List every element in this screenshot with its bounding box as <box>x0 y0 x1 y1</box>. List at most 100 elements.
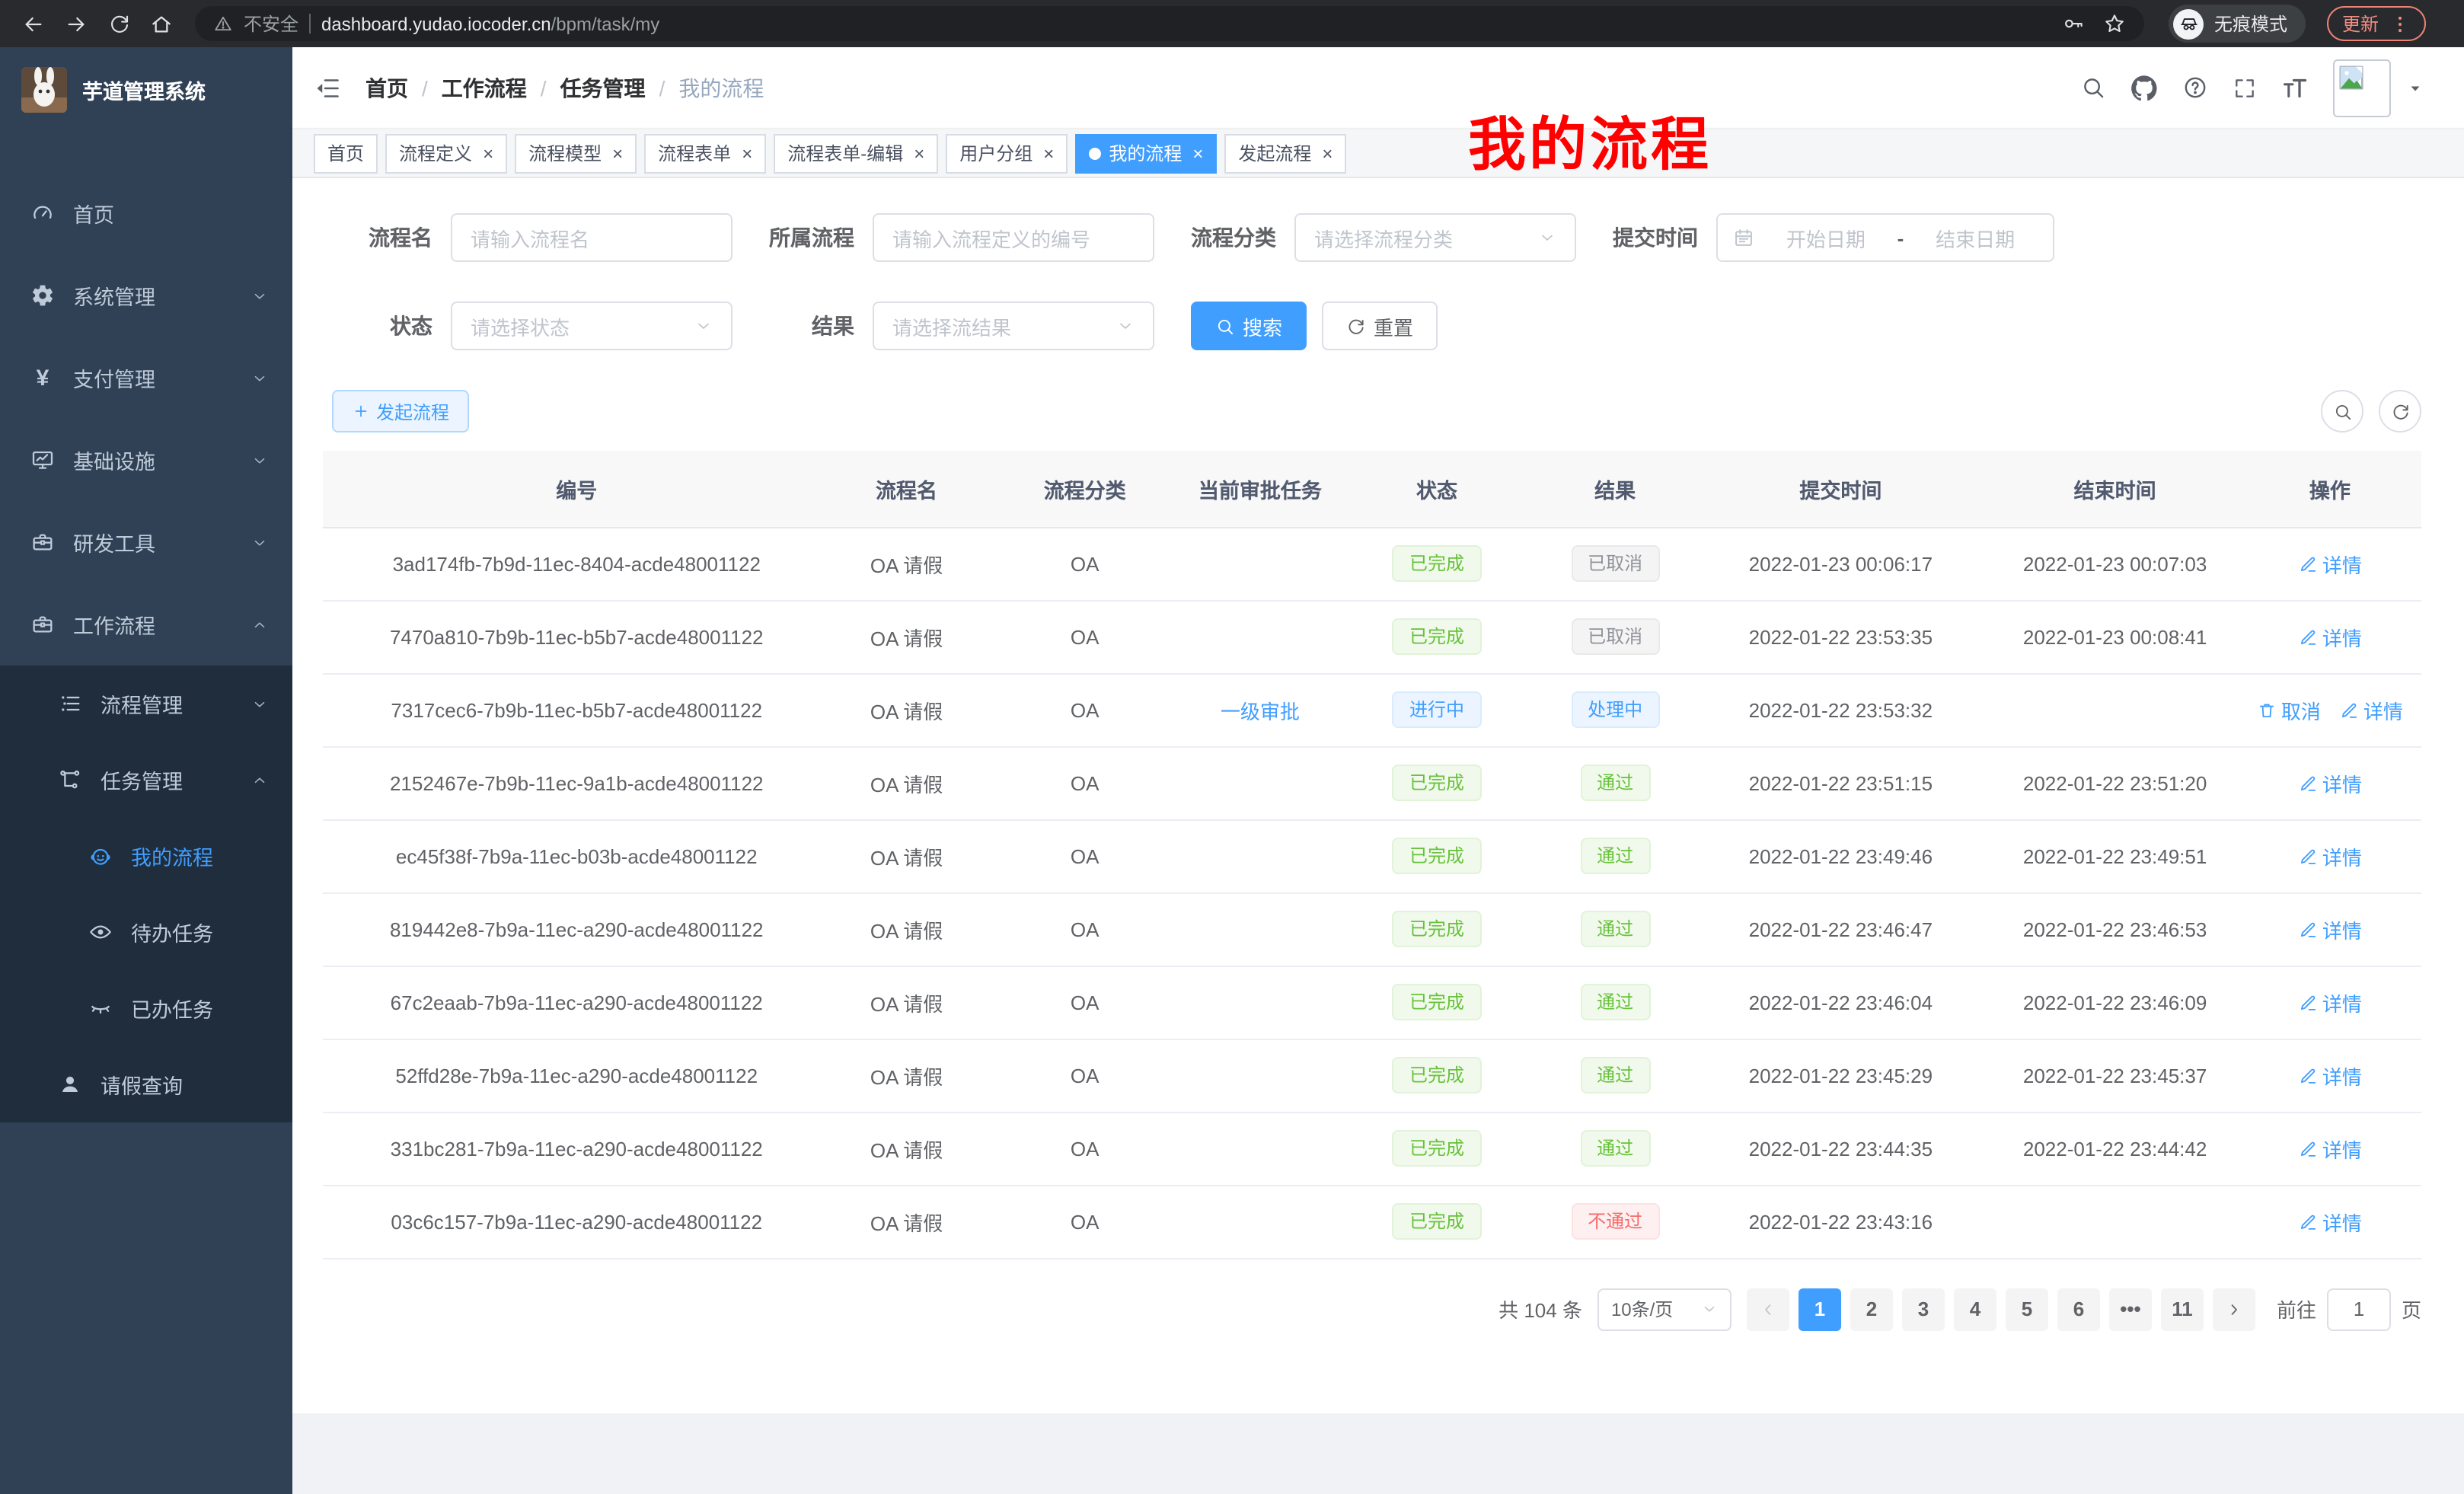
tab-流程模型[interactable]: 流程模型× <box>515 133 637 173</box>
page-button-3[interactable]: 3 <box>1902 1288 1945 1330</box>
process-definition-label: 所属流程 <box>769 222 854 253</box>
detail-link[interactable]: 详情 <box>2298 1207 2362 1236</box>
page-size-select[interactable]: 10条/页 <box>1597 1288 1732 1330</box>
page-button-5[interactable]: 5 <box>2006 1288 2048 1330</box>
breadcrumb-item[interactable]: 工作流程 <box>442 72 527 103</box>
result-badge: 不通过 <box>1571 1203 1659 1240</box>
result-select[interactable]: 请选择流结果 <box>873 302 1154 350</box>
tab-close-icon[interactable]: × <box>483 144 493 162</box>
tab-流程定义[interactable]: 流程定义× <box>385 133 507 173</box>
fold-icon <box>314 74 341 101</box>
sidebar-item-home[interactable]: 首页 <box>0 172 292 254</box>
prev-page-button[interactable] <box>1747 1288 1789 1330</box>
tab-发起流程[interactable]: 发起流程× <box>1224 133 1346 173</box>
status-select[interactable]: 请选择状态 <box>451 302 732 350</box>
detail-link[interactable]: 详情 <box>2298 1061 2362 1090</box>
detail-link[interactable]: 详情 <box>2298 915 2362 943</box>
sidebar-item-system[interactable]: 系统管理 <box>0 254 292 337</box>
toggle-search-button[interactable] <box>2321 390 2363 433</box>
tab-close-icon[interactable]: × <box>742 144 752 162</box>
task-link[interactable]: 一级审批 <box>1221 700 1300 723</box>
app-logo[interactable]: 芋道管理系统 <box>0 47 292 132</box>
tab-流程表单-编辑[interactable]: 流程表单-编辑× <box>774 133 938 173</box>
sidebar-item-process-mgmt[interactable]: 流程管理 <box>0 666 292 742</box>
table-body: 3ad174fb-7b9d-11ec-8404-acde48001122OA 请… <box>323 527 2421 1258</box>
reset-button[interactable]: 重置 <box>1322 302 1438 350</box>
page-button-4[interactable]: 4 <box>1954 1288 1996 1330</box>
browser-back-button[interactable] <box>15 5 52 42</box>
cell-name: OA 请假 <box>830 1112 982 1185</box>
breadcrumb-item[interactable]: 首页 <box>365 72 408 103</box>
sidebar-fold-icon[interactable] <box>314 74 341 101</box>
sidebar-item-done-task[interactable]: 已办任务 <box>0 970 292 1046</box>
column-header: 提交时间 <box>1690 451 1991 527</box>
sidebar-item-label: 基础设施 <box>73 445 155 475</box>
detail-link[interactable]: 详情 <box>2298 549 2362 578</box>
tab-close-icon[interactable]: × <box>612 144 623 162</box>
cell-result: 通过 <box>1540 892 1690 966</box>
browser-home-button[interactable] <box>143 5 180 42</box>
cancel-link[interactable]: 取消 <box>2257 695 2321 724</box>
detail-link[interactable]: 详情 <box>2298 841 2362 870</box>
tab-用户分组[interactable]: 用户分组× <box>946 133 1068 173</box>
font-size-icon[interactable] <box>2281 74 2309 101</box>
detail-link[interactable]: 详情 <box>2298 768 2362 797</box>
sidebar-item-my-process[interactable]: 我的流程 <box>0 818 292 894</box>
tab-我的流程[interactable]: 我的流程× <box>1075 133 1217 173</box>
detail-link[interactable]: 详情 <box>2298 1134 2362 1163</box>
detail-link[interactable]: 详情 <box>2298 988 2362 1017</box>
sidebar-item-task-mgmt[interactable]: 任务管理 <box>0 742 292 818</box>
page-button-11[interactable]: 11 <box>2161 1288 2204 1330</box>
process-category-select[interactable]: 请选择流程分类 <box>1294 213 1576 262</box>
password-key-icon[interactable] <box>2062 12 2085 35</box>
browser-reload-button[interactable] <box>101 5 137 42</box>
next-page-button[interactable] <box>2213 1288 2255 1330</box>
page-button-1[interactable]: 1 <box>1799 1288 1841 1330</box>
page-button-6[interactable]: 6 <box>2057 1288 2100 1330</box>
tab-close-icon[interactable]: × <box>1322 144 1333 162</box>
process-name-input[interactable]: 请输入流程名 <box>451 213 732 262</box>
browser-forward-button[interactable] <box>58 5 94 42</box>
avatar-caret-down-icon[interactable] <box>2406 78 2424 97</box>
breadcrumb-item[interactable]: 任务管理 <box>560 72 646 103</box>
tab-close-icon[interactable]: × <box>1043 144 1054 162</box>
cell-id: 331bc281-7b9a-11ec-a290-acde48001122 <box>323 1112 830 1185</box>
sidebar-item-devtool[interactable]: 研发工具 <box>0 501 292 583</box>
cell-name: OA 请假 <box>830 600 982 673</box>
sidebar-item-leave-query[interactable]: 请假查询 <box>0 1046 292 1122</box>
tab-流程表单[interactable]: 流程表单× <box>644 133 766 173</box>
help-icon[interactable] <box>2182 75 2208 101</box>
sidebar-item-todo-task[interactable]: 待办任务 <box>0 894 292 970</box>
avatar[interactable] <box>2333 59 2391 117</box>
cell-name: OA 请假 <box>830 746 982 819</box>
detail-link[interactable]: 详情 <box>2339 695 2403 724</box>
tab-首页[interactable]: 首页 <box>314 133 378 173</box>
browser-update-button[interactable]: 更新 <box>2327 6 2426 41</box>
bookmark-star-icon[interactable] <box>2103 12 2126 35</box>
submit-time-range-picker[interactable]: 开始日期 - 结束日期 <box>1716 213 2054 262</box>
sidebar-item-workflow[interactable]: 工作流程 <box>0 583 292 666</box>
cell-name: OA 请假 <box>830 892 982 966</box>
fullscreen-icon[interactable] <box>2233 75 2257 100</box>
sidebar-item-pay[interactable]: ¥支付管理 <box>0 337 292 419</box>
header-search-icon[interactable] <box>2080 75 2106 101</box>
goto-page-input[interactable]: 1 <box>2327 1288 2391 1330</box>
tab-close-icon[interactable]: × <box>914 144 924 162</box>
page-button-2[interactable]: 2 <box>1850 1288 1893 1330</box>
sidebar-item-infra[interactable]: 基础设施 <box>0 419 292 501</box>
chevron-down-icon <box>251 287 268 304</box>
github-icon[interactable] <box>2130 74 2158 101</box>
detail-link[interactable]: 详情 <box>2298 622 2362 651</box>
tab-close-icon[interactable]: × <box>1192 144 1203 162</box>
create-process-button[interactable]: 发起流程 <box>332 390 469 433</box>
user-icon <box>58 1072 82 1097</box>
column-header: 操作 <box>2239 451 2421 527</box>
more-pages-button[interactable]: ••• <box>2109 1288 2152 1330</box>
search-button[interactable]: 搜索 <box>1191 302 1307 350</box>
process-definition-input[interactable]: 请输入流程定义的编号 <box>873 213 1154 262</box>
refresh-table-button[interactable] <box>2379 390 2421 433</box>
cell-actions: 详情 <box>2239 1112 2421 1185</box>
column-header: 流程分类 <box>983 451 1187 527</box>
cell-submit-time: 2022-01-22 23:43:16 <box>1690 1185 1991 1258</box>
address-bar[interactable]: 不安全 dashboard.yudao.iocoder.cn/bpm/task/… <box>195 6 2144 41</box>
